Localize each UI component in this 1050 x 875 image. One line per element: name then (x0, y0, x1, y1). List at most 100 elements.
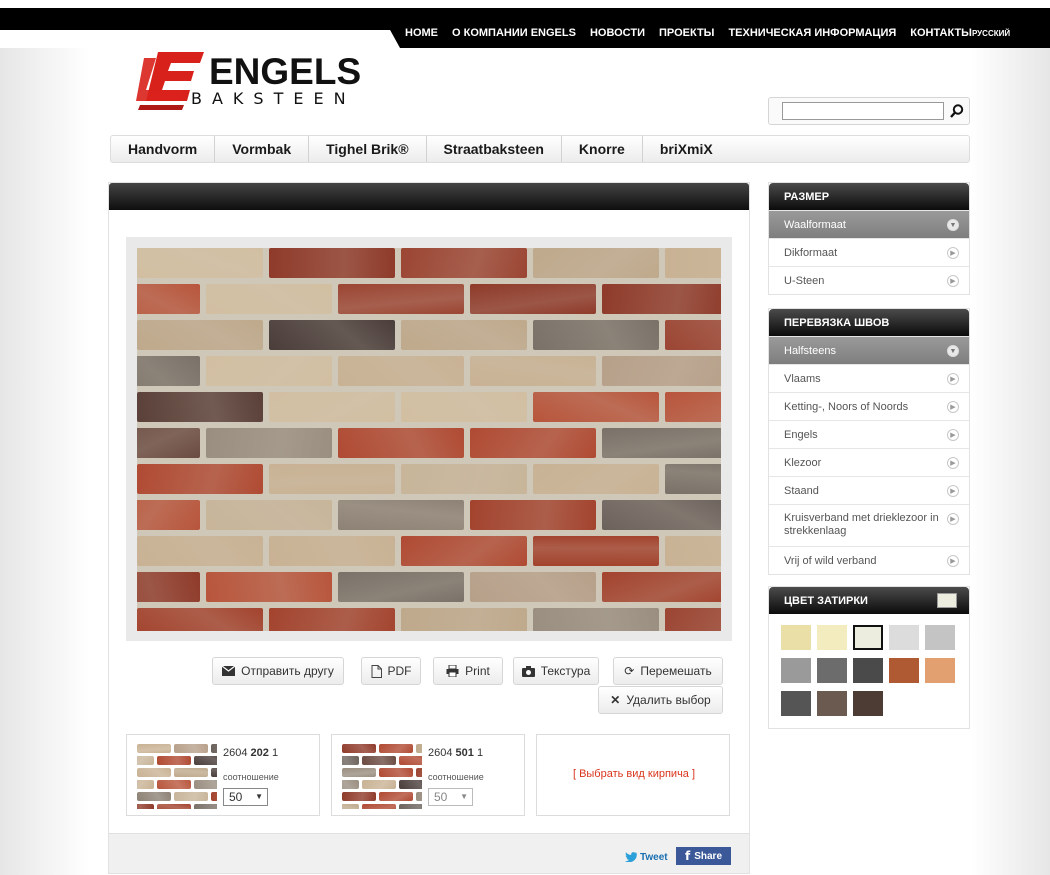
brick (416, 744, 422, 753)
mortar-swatch[interactable] (889, 658, 919, 683)
brick (533, 608, 659, 631)
brick (137, 500, 200, 530)
mortar-swatch[interactable] (817, 625, 847, 650)
nav-about[interactable]: О КОМПАНИИ ENGELS (452, 8, 576, 39)
brick-code-2: 2604 501 1 (428, 747, 483, 759)
search-icon[interactable] (949, 103, 965, 119)
brick (401, 248, 527, 278)
page-gutter-left (0, 30, 90, 875)
choose-brick-link[interactable]: [ Выбрать вид кирпича ] (537, 768, 731, 780)
dropdown-arrow-icon: ▼ (255, 792, 263, 801)
mortar-swatch[interactable] (925, 625, 955, 650)
chevron-right-icon: ▶ (947, 485, 959, 497)
mortar-swatch[interactable] (781, 625, 811, 650)
brick (533, 320, 659, 350)
nav-news[interactable]: НОВОСТИ (590, 8, 645, 39)
mortar-swatch[interactable] (817, 658, 847, 683)
tweet-button[interactable]: Tweet (625, 849, 668, 865)
brick (665, 608, 721, 631)
size-option-label: U-Steen (784, 275, 825, 287)
tweet-label: Tweet (640, 851, 668, 863)
mortar-swatch[interactable] (781, 691, 811, 716)
ratio-select-2-value: 50 (434, 790, 448, 804)
brick (338, 572, 464, 602)
pdf-label: PDF (387, 664, 412, 678)
nav-tech-info[interactable]: ТЕХНИЧЕСКАЯ ИНФОРМАЦИЯ (728, 8, 896, 39)
brick-thumbnail-1[interactable] (137, 744, 217, 809)
bond-option-halfsteens[interactable]: Halfsteens ▼ (769, 336, 969, 364)
printer-icon (446, 665, 459, 677)
ratio-select-2[interactable]: 50 ▼ (428, 788, 473, 806)
tab-straatbaksteen[interactable]: Straatbaksteen (427, 136, 562, 162)
size-option-waalformaat[interactable]: Waalformaat ▼ (769, 210, 969, 238)
texture-button[interactable]: Текстура (513, 657, 599, 685)
brick (342, 756, 359, 765)
facebook-share-button[interactable]: f Share (676, 847, 731, 865)
brick (342, 804, 359, 809)
brick-card-1: 2604 202 1 соотношение 50 ▼ (126, 734, 320, 816)
nav-contacts[interactable]: КОНТАКТЫ (910, 8, 972, 39)
mortar-swatch[interactable] (781, 658, 811, 683)
brick-code-1: 2604 202 1 (223, 747, 278, 759)
brick (533, 464, 659, 494)
brick (379, 768, 413, 777)
bond-option-staand[interactable]: Staand ▶ (769, 476, 969, 504)
brick (206, 284, 332, 314)
size-option-u-steen[interactable]: U-Steen ▶ (769, 266, 969, 294)
mortar-swatch[interactable] (925, 658, 955, 683)
bond-option-kruisverband[interactable]: Kruisverband met drieklezoor in strekken… (769, 504, 969, 546)
brick (269, 392, 395, 422)
mortar-swatch[interactable] (817, 691, 847, 716)
bond-option-vrij[interactable]: Vrij of wild verband ▶ (769, 546, 969, 574)
tab-brixmix[interactable]: briXmiX (643, 136, 730, 162)
mortar-swatch[interactable] (853, 691, 883, 716)
tab-tighel-brik[interactable]: Tighel Brik® (309, 136, 427, 162)
remove-selection-button[interactable]: ✕ Удалить выбор (598, 686, 723, 714)
mortar-color-title-text: ЦВЕТ ЗАТИРКИ (784, 595, 868, 607)
nav-home[interactable]: HOME (405, 8, 438, 39)
pdf-button[interactable]: PDF (361, 657, 421, 685)
size-option-dikformaat[interactable]: Dikformaat ▶ (769, 238, 969, 266)
engels-logo[interactable]: ENGELS BAKSTEEN (136, 50, 361, 112)
bond-option-klezoor[interactable]: Klezoor ▶ (769, 448, 969, 476)
brick (269, 464, 395, 494)
tab-knorre[interactable]: Knorre (562, 136, 643, 162)
brick (206, 356, 332, 386)
brick (602, 572, 721, 602)
brick (416, 768, 422, 777)
brick (269, 320, 395, 350)
brick (137, 768, 171, 777)
bond-option-engels[interactable]: Engels ▶ (769, 420, 969, 448)
brick (533, 536, 659, 566)
brick (533, 392, 659, 422)
tab-vormbak[interactable]: Vormbak (215, 136, 310, 162)
search-input[interactable] (782, 102, 944, 120)
mortar-swatch[interactable] (853, 625, 883, 650)
bond-option-vlaams[interactable]: Vlaams ▶ (769, 364, 969, 392)
share-bar: Tweet f Share (109, 833, 749, 873)
brick-code-1-suffix: 1 (268, 747, 279, 759)
chevron-down-icon: ▼ (947, 345, 959, 357)
brick-code-2-prefix: 2604 (428, 747, 456, 759)
ratio-select-1[interactable]: 50 ▼ (223, 788, 268, 806)
mortar-swatch[interactable] (853, 658, 883, 683)
brick (416, 792, 422, 801)
brick (174, 792, 208, 801)
shuffle-button[interactable]: ⟳ Перемешать (613, 657, 723, 685)
nav-projects[interactable]: ПРОЕКТЫ (659, 8, 714, 39)
bond-option-ketting[interactable]: Ketting-, Noors of Noords ▶ (769, 392, 969, 420)
brick (157, 804, 191, 809)
language-selector[interactable]: РУССКИЙ (972, 8, 1010, 38)
brick (602, 428, 721, 458)
chevron-right-icon: ▶ (947, 401, 959, 413)
brick-thumbnail-2[interactable] (342, 744, 422, 809)
tab-handvorm[interactable]: Handvorm (111, 136, 216, 162)
brick (401, 320, 527, 350)
mortar-swatch[interactable] (889, 625, 919, 650)
shuffle-label: Перемешать (640, 664, 712, 678)
mortar-color-box: ЦВЕТ ЗАТИРКИ (768, 586, 970, 729)
bond-option-label: Vlaams (784, 373, 821, 385)
brick (206, 572, 332, 602)
send-to-friend-button[interactable]: Отправить другу (212, 657, 344, 685)
print-button[interactable]: Print (433, 657, 503, 685)
